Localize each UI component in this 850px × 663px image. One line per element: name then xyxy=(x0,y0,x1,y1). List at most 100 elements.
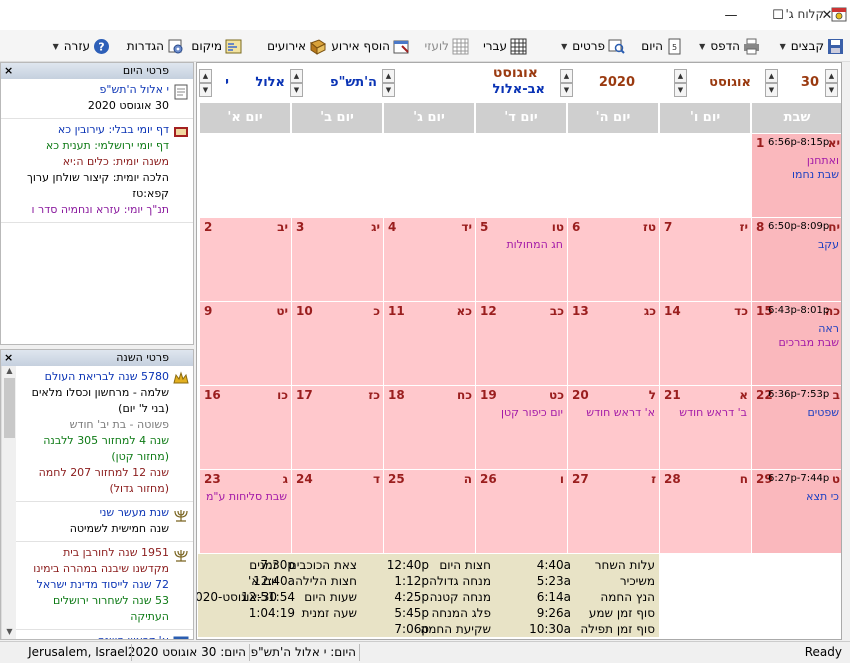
day-event: שבת סליחות ע"מ xyxy=(205,490,287,503)
zman-name: שעה זמנית xyxy=(301,606,357,620)
up-arrow-icon[interactable]: ▲ xyxy=(825,69,838,83)
day-cell[interactable]: ח 28 xyxy=(659,469,751,553)
day-cell[interactable]: כח 18 xyxy=(383,385,475,469)
up-arrow-icon[interactable]: ▲ xyxy=(290,69,303,83)
greg-day-number: 3 xyxy=(296,220,305,234)
down-arrow-icon[interactable]: ▼ xyxy=(825,83,838,97)
day-cell[interactable]: טז 6 xyxy=(567,217,659,301)
day-cell[interactable]: כ 10 xyxy=(291,301,383,385)
day-cell[interactable]: כז 17 xyxy=(291,385,383,469)
day-cell[interactable]: ד 24 xyxy=(291,469,383,553)
day-cell[interactable]: טו 5 חג המחולות xyxy=(475,217,567,301)
close-panel-icon[interactable]: × xyxy=(4,350,13,366)
down-arrow-icon[interactable]: ▼ xyxy=(290,83,303,97)
day-cell[interactable]: ט 29 6:27p-7:44p כי תצא xyxy=(751,469,841,553)
up-arrow-icon[interactable]: ▲ xyxy=(765,69,778,83)
heb-year-spinner[interactable]: ▲ ▼ xyxy=(382,69,395,98)
hebrew-day-number: ו xyxy=(559,472,564,486)
gregorian-grid-icon xyxy=(452,38,469,54)
close-panel-icon[interactable]: × xyxy=(4,63,13,79)
year-temple-line: 53 שנה לשחרור ירושלים xyxy=(53,594,169,607)
location-button[interactable]: מיקום xyxy=(191,35,242,57)
day-cell[interactable]: כא 11 xyxy=(383,301,475,385)
events-button[interactable]: אירועים xyxy=(267,35,326,57)
day-cell[interactable]: ו 26 xyxy=(475,469,567,553)
hebrew-day-number: יז xyxy=(739,220,748,234)
day-cell[interactable]: כג 13 xyxy=(567,301,659,385)
settings-button[interactable]: הגדרות xyxy=(127,35,184,57)
greg-day-number: 9 xyxy=(204,304,213,318)
year-tithe-lines: שנת מעשר שני שנה חמישית לשמיטה xyxy=(20,505,169,537)
day-cell[interactable]: א 21 ב' דראש חודש xyxy=(659,385,751,469)
down-arrow-icon[interactable]: ▼ xyxy=(199,83,212,97)
down-arrow-icon[interactable]: ▼ xyxy=(765,83,778,97)
day-cell[interactable]: כב 12 xyxy=(475,301,567,385)
day-cell[interactable]: ז 27 xyxy=(567,469,659,553)
add-event-label: הוסף אירוע xyxy=(331,39,390,53)
day-cell[interactable]: ה 25 xyxy=(383,469,475,553)
details-button[interactable]: פרטים ▼ xyxy=(561,35,625,57)
year-panel-scrollbar[interactable]: ▲ ▼ xyxy=(1,366,16,639)
day-cell[interactable]: יח 8 6:50p-8:09p עקב xyxy=(751,217,841,301)
add-event-button[interactable]: הוסף אירוע xyxy=(331,35,410,57)
day-details-header: פרטי היום × xyxy=(1,63,193,79)
down-arrow-icon[interactable]: ▼ xyxy=(382,83,395,97)
greg-day-spinner[interactable]: ▲ ▼ xyxy=(825,69,838,98)
up-arrow-icon[interactable]: ▲ xyxy=(560,69,573,83)
up-arrow-icon[interactable]: ▲ xyxy=(199,69,212,83)
greg-year-spinner[interactable]: ▲ ▼ xyxy=(674,69,687,98)
day-cell[interactable]: ג 23 שבת סליחות ע"מ xyxy=(199,469,291,553)
down-arrow-icon[interactable]: ▼ xyxy=(560,83,573,97)
heb-month-spinner[interactable]: ▲ ▼ xyxy=(290,69,303,98)
day-cell[interactable]: יב 2 xyxy=(199,217,291,301)
zmanim-info: 30-אוגוסט-2020 xyxy=(197,590,277,604)
greg-month-spinner[interactable]: ▲ ▼ xyxy=(560,69,573,98)
down-arrow-icon[interactable]: ▼ xyxy=(674,83,687,97)
zman-name: חצות הלילה xyxy=(295,574,357,588)
day-cell[interactable]: יז 7 xyxy=(659,217,751,301)
heb-day-spinner[interactable]: ▲ ▼ xyxy=(199,69,212,98)
day-event: שפטים xyxy=(807,406,839,419)
help-button[interactable]: ? עזרה ▼ xyxy=(53,35,110,57)
day-cell[interactable]: יט 9 xyxy=(199,301,291,385)
day-cell[interactable]: ל 20 א' דראש חודש xyxy=(567,385,659,469)
up-arrow-icon[interactable]: ▲ xyxy=(674,69,687,83)
day-cell[interactable]: כד 14 xyxy=(659,301,751,385)
day-cell[interactable]: יג 3 xyxy=(291,217,383,301)
svg-text:5: 5 xyxy=(672,43,677,52)
status-separator xyxy=(359,644,360,661)
day-cell[interactable]: כה 15 6:43p-8:01p ראה שבת מברכים xyxy=(751,301,841,385)
gregorian-view-button[interactable]: לועזי xyxy=(425,35,469,57)
day-cell[interactable]: יא 1 6:56p-8:15p ואתחנן שבת נחמו xyxy=(751,133,841,217)
zman-time: 5:45p xyxy=(394,606,429,620)
zman-name: חצות היום xyxy=(439,558,491,572)
up-arrow-icon[interactable]: ▲ xyxy=(382,69,395,83)
scroll-down-icon[interactable]: ▼ xyxy=(2,627,17,639)
day-cell[interactable]: כט 19 יום כיפור קטן xyxy=(475,385,567,469)
today-button[interactable]: 5 היום xyxy=(641,35,683,57)
greg-month-spinner-2[interactable]: ▲ ▼ xyxy=(765,69,778,98)
greg-day-number: 25 xyxy=(388,472,405,486)
day-cell[interactable]: ב 22 6:36p-7:53p שפטים xyxy=(751,385,841,469)
empty-day-cell xyxy=(383,133,475,217)
location-label: מיקום xyxy=(191,39,222,53)
day-cell[interactable]: כו 16 xyxy=(199,385,291,469)
day-study-line: דף יומי ירושלמי: תענית כא xyxy=(45,139,169,152)
hebrew-day-number: יא xyxy=(827,136,840,150)
calendar-scrollbar[interactable] xyxy=(842,62,850,640)
print-button[interactable]: הדפס ▼ xyxy=(699,35,760,57)
minimize-button[interactable]: — xyxy=(708,0,754,30)
year-creation-line: (מחזור קטן) xyxy=(111,450,169,463)
hebrew-day-number: א xyxy=(739,388,748,402)
hebrew-view-button[interactable]: עברי xyxy=(483,35,527,57)
app-window: קלוח ג' ✕ ☐ — קבצים ▼ הדפס ▼ 5 היום פרטי… xyxy=(0,0,850,663)
close-button[interactable]: ✕ xyxy=(804,0,850,30)
files-button[interactable]: קבצים ▼ xyxy=(780,35,844,57)
day-cell[interactable]: יד 4 xyxy=(383,217,475,301)
month-title: אוגוסט xyxy=(492,65,538,81)
scroll-up-icon[interactable]: ▲ xyxy=(2,366,17,378)
book-icon xyxy=(174,127,188,137)
maximize-button[interactable]: ☐ xyxy=(755,0,801,30)
scroll-thumb[interactable] xyxy=(4,378,15,438)
greg-day-number: 26 xyxy=(480,472,497,486)
